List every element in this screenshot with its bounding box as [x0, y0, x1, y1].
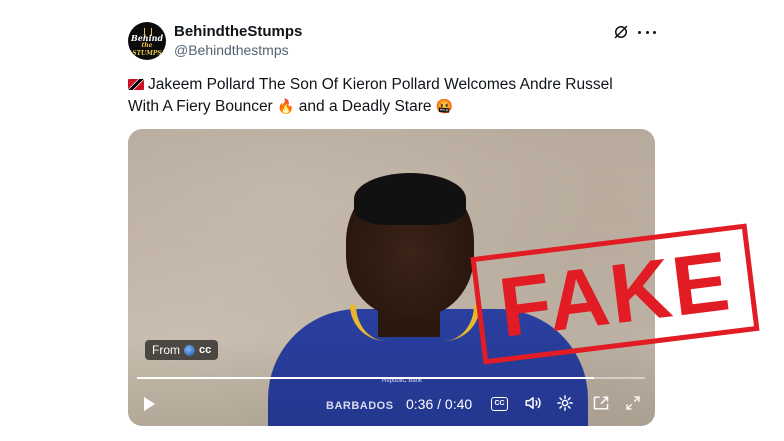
handle[interactable]: @Behindthestmps	[174, 42, 289, 58]
tweet-text-line2a: With A Fiery Bouncer	[128, 98, 273, 115]
volume-icon[interactable]	[523, 394, 543, 412]
fire-emoji-icon: 🔥	[277, 99, 295, 115]
video-progress-fill	[137, 377, 595, 379]
from-source-label: cc	[199, 344, 212, 356]
fake-watermark-text: FAKE	[494, 233, 736, 355]
gear-icon[interactable]	[556, 394, 574, 412]
picture-in-picture-icon[interactable]	[592, 395, 610, 411]
wicket-icon	[144, 28, 152, 36]
more-icon[interactable]	[638, 24, 656, 40]
tweet-text: Jakeem Pollard The Son Of Kieron Pollard…	[128, 74, 648, 118]
tweet-text-line2b: and a Deadly Stare	[298, 98, 432, 115]
trinidad-tobago-flag-icon	[128, 79, 144, 90]
fullscreen-icon[interactable]	[625, 395, 641, 411]
player-hair	[354, 173, 466, 225]
play-icon[interactable]	[144, 397, 155, 411]
video-progress-bar[interactable]	[137, 377, 645, 379]
display-name[interactable]: BehindtheStumps	[174, 23, 302, 40]
tweet-card: Behind the STUMPS BehindtheStumps @Behin…	[0, 0, 784, 441]
jersey-text: BARBADOS	[326, 400, 394, 412]
angry-face-emoji-icon: 🤬	[435, 99, 454, 115]
avatar[interactable]: Behind the STUMPS	[128, 22, 166, 60]
video-time: 0:36 / 0:40	[406, 396, 473, 412]
globe-icon	[184, 344, 195, 356]
tweet-text-line1: Jakeem Pollard The Son Of Kieron Pollard…	[148, 76, 613, 93]
from-badge[interactable]: From cc	[145, 340, 219, 360]
from-label: From	[152, 343, 180, 357]
captions-icon[interactable]: CC	[491, 397, 508, 411]
grok-icon[interactable]	[612, 23, 630, 41]
